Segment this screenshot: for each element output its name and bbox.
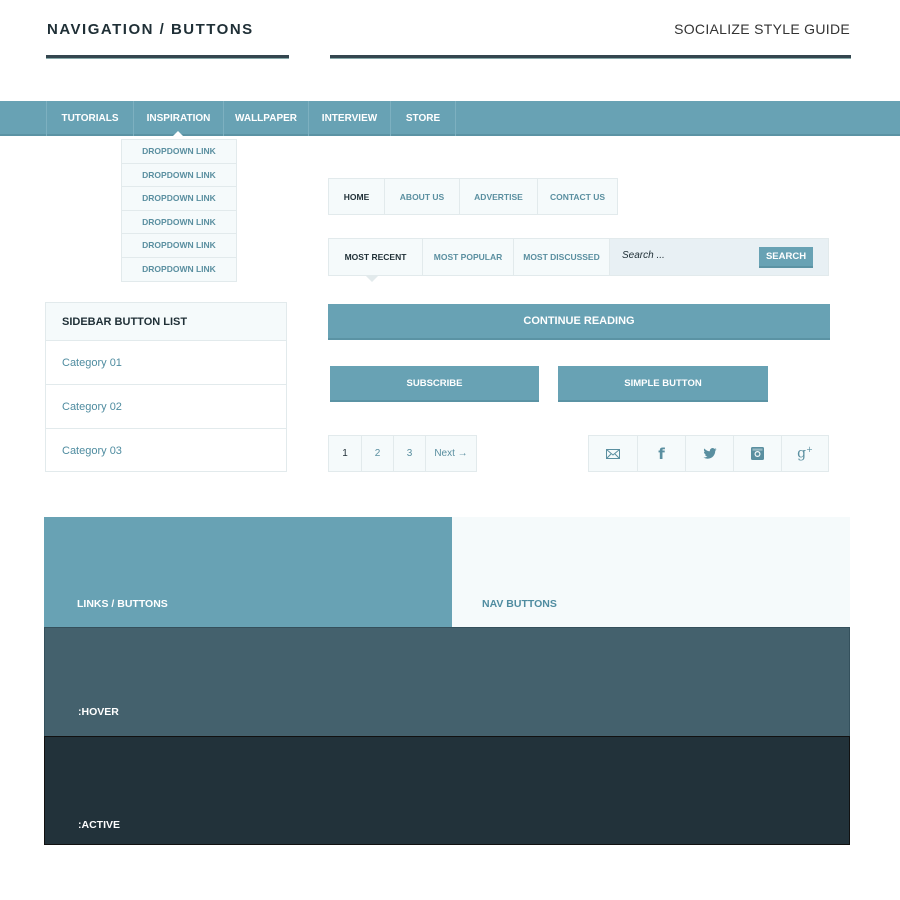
divider xyxy=(46,55,289,59)
page-1[interactable]: 1 xyxy=(328,435,362,472)
subscribe-button[interactable]: SUBSCRIBE xyxy=(330,366,539,402)
swatch-label: :ACTIVE xyxy=(78,819,120,831)
swatch-active: :ACTIVE xyxy=(44,736,850,845)
dropdown-link[interactable]: DROPDOWN LINK xyxy=(122,164,236,187)
dropdown-link[interactable]: DROPDOWN LINK xyxy=(122,187,236,211)
tab-contact-us[interactable]: CONTACT US xyxy=(537,178,618,215)
simple-button[interactable]: SIMPLE BUTTON xyxy=(558,366,768,402)
mail-icon xyxy=(606,448,620,459)
dropdown-link[interactable]: DROPDOWN LINK xyxy=(122,258,236,282)
swatch-nav-buttons: NAV BUTTONS xyxy=(452,517,850,628)
dropdown-link[interactable]: DROPDOWN LINK xyxy=(122,211,236,234)
google-plus-icon: g+ xyxy=(797,445,813,462)
tab-home[interactable]: HOME xyxy=(328,178,385,215)
tab-about-us[interactable]: ABOUT US xyxy=(384,178,460,215)
tab-advertise[interactable]: ADVERTISE xyxy=(459,178,538,215)
sidebar-title: SIDEBAR BUTTON LIST xyxy=(46,303,286,341)
sidebar-item[interactable]: Category 02 xyxy=(46,385,286,429)
swatch-links-buttons: LINKS / BUTTONS xyxy=(44,517,453,628)
nav-item-store[interactable]: STORE xyxy=(390,101,456,136)
search-box: SEARCH xyxy=(609,238,829,276)
main-nav: TUTORIALS INSPIRATION WALLPAPER INTERVIE… xyxy=(0,101,900,137)
sidebar-item[interactable]: Category 01 xyxy=(46,341,286,385)
active-caret xyxy=(172,131,184,137)
sidebar-button-list: SIDEBAR BUTTON LIST Category 01 Category… xyxy=(45,302,287,472)
facebook-icon: f xyxy=(658,444,665,463)
active-caret xyxy=(365,275,379,282)
page-2[interactable]: 2 xyxy=(361,435,394,472)
search-input[interactable] xyxy=(622,250,752,261)
page-title: NAVIGATION / BUTTONS xyxy=(47,21,254,38)
nav-item-wallpaper[interactable]: WALLPAPER xyxy=(223,101,308,136)
page-subtitle: SOCIALIZE STYLE GUIDE xyxy=(674,21,850,37)
dropdown-menu: DROPDOWN LINK DROPDOWN LINK DROPDOWN LIN… xyxy=(121,139,237,282)
nav-item-interview[interactable]: INTERVIEW xyxy=(308,101,390,136)
mail-button[interactable] xyxy=(588,435,638,472)
instagram-icon xyxy=(751,447,764,460)
continue-reading-button[interactable]: CONTINUE READING xyxy=(328,304,830,340)
swatch-label: NAV BUTTONS xyxy=(482,598,557,610)
instagram-button[interactable] xyxy=(733,435,782,472)
page-3[interactable]: 3 xyxy=(393,435,426,472)
nav-item-tutorials[interactable]: TUTORIALS xyxy=(46,101,133,136)
twitter-button[interactable] xyxy=(685,435,734,472)
facebook-button[interactable]: f xyxy=(637,435,686,472)
divider xyxy=(330,55,851,59)
search-button[interactable]: SEARCH xyxy=(759,247,813,268)
swatch-label: LINKS / BUTTONS xyxy=(77,598,168,610)
next-page-button[interactable]: Next → xyxy=(425,435,477,472)
swatch-hover: :HOVER xyxy=(44,627,850,737)
swatch-label: :HOVER xyxy=(78,706,119,718)
filter-most-recent[interactable]: MOST RECENT xyxy=(328,238,423,276)
sidebar-item[interactable]: Category 03 xyxy=(46,429,286,473)
dropdown-link[interactable]: DROPDOWN LINK xyxy=(122,234,236,258)
filter-most-discussed[interactable]: MOST DISCUSSED xyxy=(513,238,610,276)
dropdown-link[interactable]: DROPDOWN LINK xyxy=(122,140,236,164)
google-plus-button[interactable]: g+ xyxy=(781,435,829,472)
filter-most-popular[interactable]: MOST POPULAR xyxy=(422,238,514,276)
twitter-icon xyxy=(702,448,717,459)
